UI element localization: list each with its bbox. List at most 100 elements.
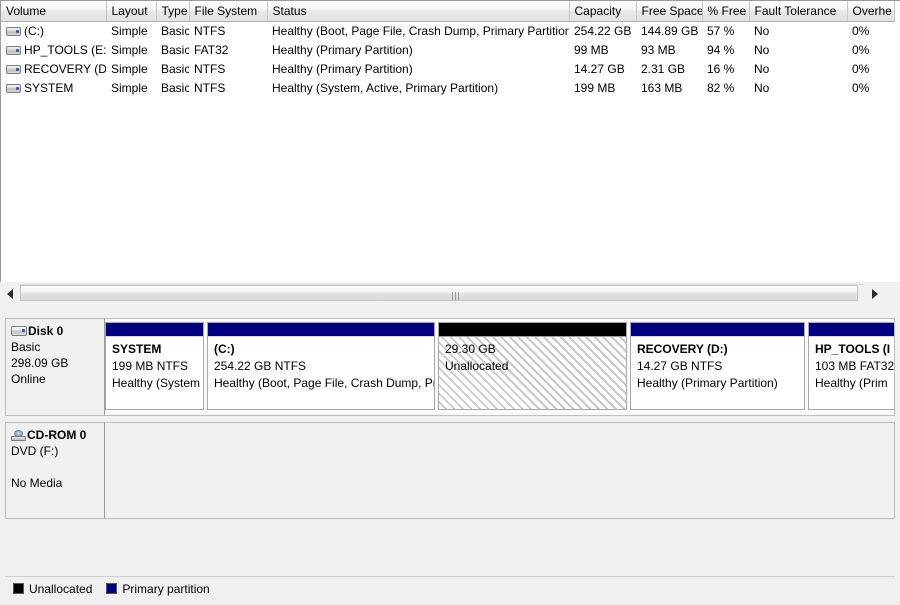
partition-color-bar xyxy=(439,323,626,336)
legend-label-unallocated: Unallocated xyxy=(29,581,93,596)
drive-icon xyxy=(6,83,21,93)
partition-block[interactable]: SYSTEM 199 MB NTFS Healthy (System xyxy=(105,322,204,410)
disk-state-disk0: Online xyxy=(11,372,46,386)
cell-free-space: 163 MB xyxy=(641,80,683,95)
cell-overhead: 0% xyxy=(852,23,870,38)
column-header-status[interactable]: Status xyxy=(267,1,570,22)
cell-percent-free: 82 % xyxy=(707,80,735,95)
drive-icon xyxy=(6,45,21,55)
cell-layout: Simple xyxy=(111,23,148,38)
cell-status: Healthy (Primary Partition) xyxy=(272,42,413,57)
partition-strip-disk0: SYSTEM 199 MB NTFS Healthy (System (C:) 254.… xyxy=(105,318,895,416)
cell-type: Basic xyxy=(161,23,189,38)
partition-color-bar xyxy=(631,323,804,337)
cell-layout: Simple xyxy=(111,80,148,95)
legend-label-primary-partition: Primary partition xyxy=(122,581,210,596)
partition-body: SYSTEM 199 MB NTFS Healthy (System xyxy=(106,336,203,409)
column-header-free-space[interactable]: Free Space xyxy=(636,1,703,22)
column-header-capacity[interactable]: Capacity xyxy=(569,1,637,22)
cell-status: Healthy (System, Active, Primary Partiti… xyxy=(272,80,499,95)
cell-volume-label: RECOVERY (D:) xyxy=(24,61,106,76)
cell-volume-label: HP_TOOLS (E:) xyxy=(24,42,106,57)
cell-percent-free: 16 % xyxy=(707,61,735,76)
disk-type-disk0: Basic xyxy=(11,340,41,354)
legend: Unallocated Primary partition xyxy=(5,576,895,600)
legend-swatch-primary-icon xyxy=(106,583,118,594)
table-row[interactable]: HP_TOOLS (E:) Simple Basic FAT32 Healthy (Pr… xyxy=(1,40,894,59)
disk-name-disk0: Disk 0 xyxy=(28,324,64,338)
legend-item-primary-partition: Primary partition xyxy=(106,581,210,596)
partition-block[interactable]: (C:) 254.22 GB NTFS Healthy (Boot, Page Fi… xyxy=(207,322,435,410)
scrollbar-thumb[interactable] xyxy=(20,285,858,301)
cell-free-space: 2.31 GB xyxy=(641,61,686,76)
graphical-view-pane: Disk 0 Basic 298.09 GB Online SYSTEM 199 … xyxy=(0,305,900,577)
cell-file-system: NTFS xyxy=(194,61,226,76)
column-header-overhead[interactable]: Overhe xyxy=(847,1,895,22)
cell-type: Basic xyxy=(161,61,189,76)
scroll-left-button[interactable] xyxy=(2,285,19,302)
column-header-type[interactable]: Type xyxy=(156,1,190,22)
column-header-percent-free[interactable]: % Free xyxy=(702,1,750,22)
cell-volume: RECOVERY (D:) xyxy=(1,59,106,78)
partition-status: Healthy (System xyxy=(112,376,201,390)
cell-volume: SYSTEM xyxy=(1,78,106,97)
volume-table-body: (C:) Simple Basic NTFS Healthy (Boot, Page F… xyxy=(1,21,894,97)
cell-overhead: 0% xyxy=(852,80,870,95)
partition-block[interactable]: RECOVERY (D:) 14.27 GB NTFS Healthy (Prima… xyxy=(630,322,805,410)
cell-layout: Simple xyxy=(111,61,148,76)
partition-body: (C:) 254.22 GB NTFS Healthy (Boot, Page Fi… xyxy=(208,336,434,409)
triangle-left-icon xyxy=(7,289,13,299)
cell-fault-tolerance: No xyxy=(754,80,770,95)
cell-volume-label: SYSTEM xyxy=(24,80,74,95)
partition-title: SYSTEM xyxy=(112,342,162,356)
disk-icon xyxy=(11,326,27,336)
disk-info-cdrom0[interactable]: CD-ROM 0 DVD (F:) No Media xyxy=(5,422,105,519)
volume-list-pane[interactable]: Volume Layout Type File System Status Ca… xyxy=(0,0,900,282)
cell-fault-tolerance: No xyxy=(754,42,770,57)
cell-capacity: 254.22 GB xyxy=(574,23,632,38)
disk-title-disk0: Disk 0 xyxy=(11,323,99,339)
cell-free-space: 144.89 GB xyxy=(641,23,699,38)
cell-volume: HP_TOOLS (E:) xyxy=(1,40,106,59)
partition-title: RECOVERY (D:) xyxy=(637,342,728,356)
disk-state-cdrom0: No Media xyxy=(11,476,63,490)
cell-percent-free: 57 % xyxy=(707,23,735,38)
partition-status: Healthy (Primary Partition) xyxy=(637,376,778,390)
cell-overhead: 0% xyxy=(852,42,870,57)
table-row[interactable]: (C:) Simple Basic NTFS Healthy (Boot, Page F… xyxy=(1,21,894,40)
partition-body: 29.30 GB Unallocated xyxy=(439,336,626,409)
partition-color-bar xyxy=(809,323,894,337)
horizontal-scrollbar[interactable] xyxy=(0,283,900,304)
cell-layout: Simple xyxy=(111,42,148,57)
table-row[interactable]: SYSTEM Simple Basic NTFS Healthy (System, Ac… xyxy=(1,78,894,97)
volume-table-header-row: Volume Layout Type File System Status Ca… xyxy=(1,1,895,22)
column-header-layout[interactable]: Layout xyxy=(106,1,157,22)
cell-file-system: NTFS xyxy=(194,23,226,38)
disk-spacer-cdrom0 xyxy=(11,459,99,475)
cell-overhead: 0% xyxy=(852,61,870,76)
disk-row-disk0: Disk 0 Basic 298.09 GB Online SYSTEM 199 … xyxy=(5,318,895,416)
cell-capacity: 99 MB xyxy=(574,42,609,57)
cell-fault-tolerance: No xyxy=(754,23,770,38)
partition-block[interactable]: HP_TOOLS (I 103 MB FAT32 Healthy (Prim xyxy=(808,322,894,410)
legend-item-unallocated: Unallocated xyxy=(13,582,92,596)
cell-type: Basic xyxy=(161,42,189,57)
table-row[interactable]: RECOVERY (D:) Simple Basic NTFS Healthy (Pri… xyxy=(1,59,894,78)
cdrom-icon xyxy=(11,430,26,441)
column-header-file-system[interactable]: File System xyxy=(189,1,268,22)
disk-size-disk0: 298.09 GB xyxy=(11,356,69,370)
partition-size-fs: 14.27 GB NTFS xyxy=(637,359,723,373)
partition-title: (C:) xyxy=(214,342,235,356)
partition-block[interactable]: 29.30 GB Unallocated xyxy=(438,322,627,410)
cell-volume-label: (C:) xyxy=(24,23,44,38)
column-header-volume[interactable]: Volume xyxy=(1,1,107,22)
column-header-fault-tolerance[interactable]: Fault Tolerance xyxy=(749,1,848,22)
partition-color-bar xyxy=(208,323,434,337)
disk-info-disk0[interactable]: Disk 0 Basic 298.09 GB Online xyxy=(5,318,105,416)
partition-body: HP_TOOLS (I 103 MB FAT32 Healthy (Prim xyxy=(809,336,894,409)
cell-type: Basic xyxy=(161,80,189,95)
legend-swatch-unallocated-icon xyxy=(13,583,24,594)
disk-title-cdrom0: CD-ROM 0 xyxy=(11,427,99,443)
scroll-right-button[interactable] xyxy=(866,285,883,302)
partition-size-fs: 199 MB NTFS xyxy=(112,359,189,373)
